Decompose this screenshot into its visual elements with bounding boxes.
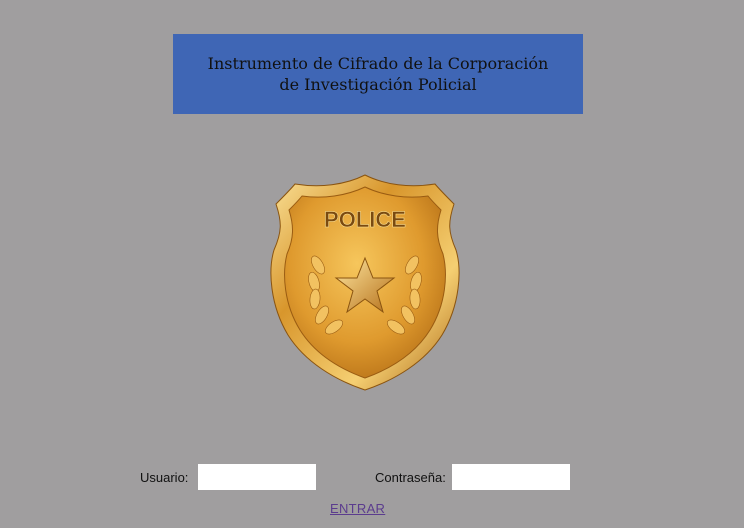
badge-text: POLICE bbox=[324, 207, 406, 232]
user-label: Usuario: bbox=[140, 470, 189, 485]
password-label: Contraseña: bbox=[375, 470, 446, 485]
enter-link[interactable]: ENTRAR bbox=[330, 501, 385, 516]
police-badge-icon: POLICE bbox=[270, 170, 460, 395]
page-title: Instrumento de Cifrado de la Corporación… bbox=[207, 54, 549, 94]
title-banner: Instrumento de Cifrado de la Corporación… bbox=[173, 34, 583, 114]
user-field[interactable] bbox=[198, 464, 316, 490]
password-field[interactable] bbox=[452, 464, 570, 490]
